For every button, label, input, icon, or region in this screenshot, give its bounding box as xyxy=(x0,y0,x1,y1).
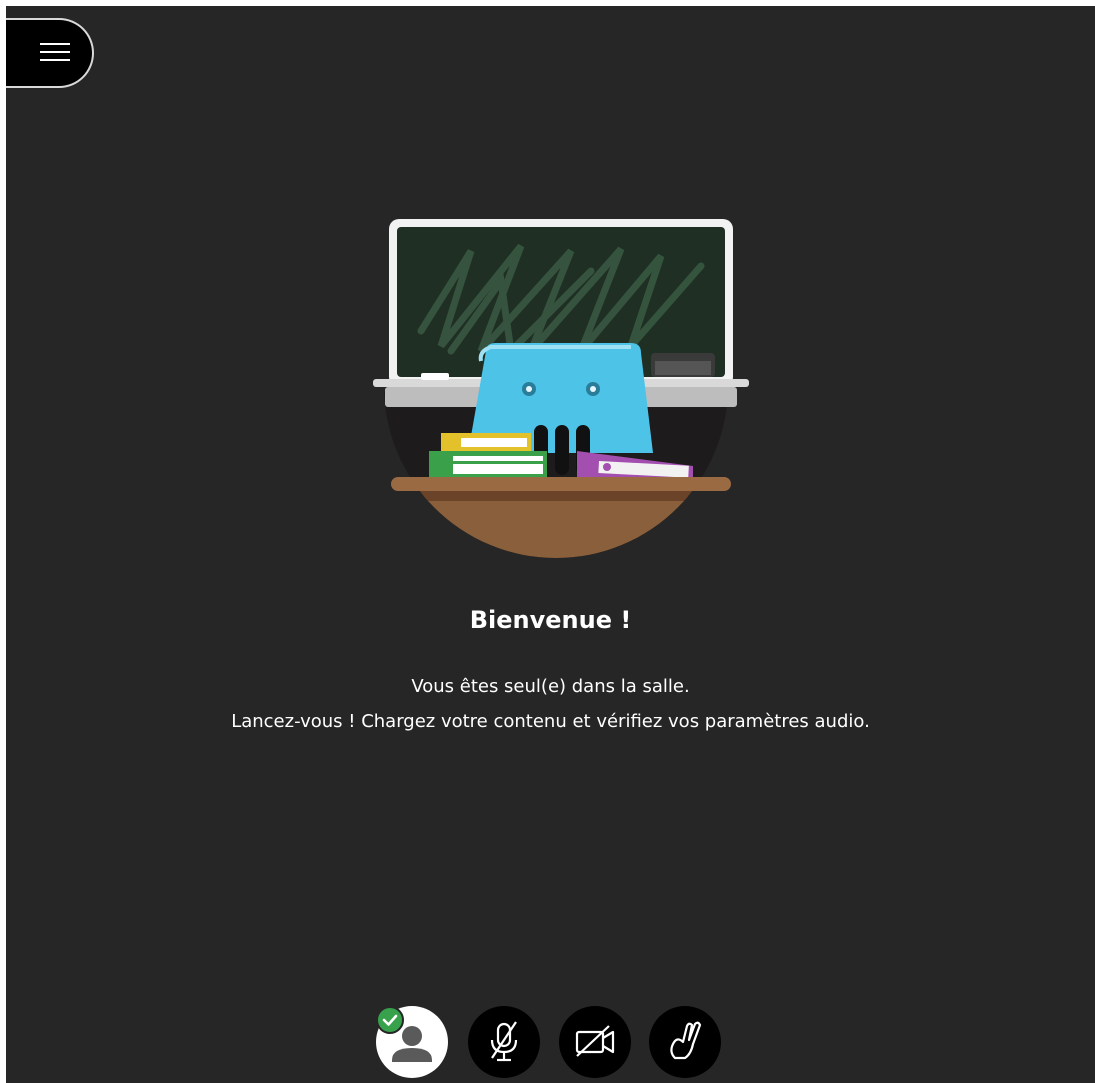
session-control-bar xyxy=(376,1006,736,1081)
my-status-button[interactable] xyxy=(376,1006,448,1078)
welcome-message-line-1: Vous êtes seul(e) dans la salle. xyxy=(411,676,690,697)
check-icon xyxy=(376,1006,404,1034)
microphone-muted-icon xyxy=(490,1021,518,1062)
raise-hand-button[interactable] xyxy=(649,1006,721,1078)
camera-off-icon xyxy=(575,1025,615,1057)
empty-classroom-illustration xyxy=(373,219,749,558)
room-stage: Bienvenue ! Vous êtes seul(e) dans la sa… xyxy=(6,6,1095,1083)
microphone-toggle-button[interactable] xyxy=(468,1006,540,1078)
hamburger-icon xyxy=(40,43,70,63)
welcome-title: Bienvenue ! xyxy=(469,606,632,634)
raise-hand-icon xyxy=(670,1021,702,1060)
session-menu-button[interactable] xyxy=(6,18,94,88)
camera-toggle-button[interactable] xyxy=(559,1006,631,1078)
welcome-message-line-2: Lancez-vous ! Chargez votre contenu et v… xyxy=(231,711,870,732)
